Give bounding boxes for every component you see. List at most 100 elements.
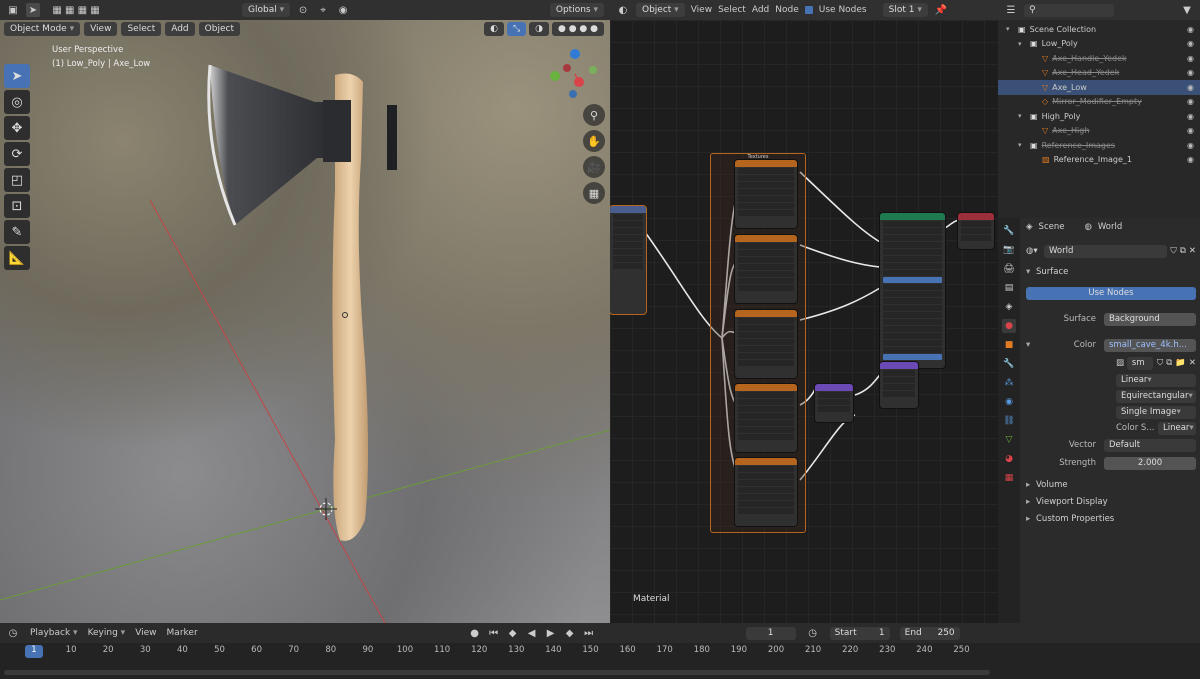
duplicate-icon[interactable]: ⧉ xyxy=(1180,246,1186,256)
shader-node-editor[interactable]: Textures Material xyxy=(610,20,998,623)
image-texture-node-3[interactable] xyxy=(735,310,797,378)
image-open-icon[interactable]: 📁 xyxy=(1175,358,1186,368)
volume-panel-header[interactable]: ▸ Volume xyxy=(1026,478,1196,492)
vector-field[interactable]: Default xyxy=(1104,438,1196,452)
fake-user-icon[interactable]: ⛉ xyxy=(1170,246,1176,256)
outliner-item[interactable]: ◇ Mirror_Modifier_Empty ◉ xyxy=(998,95,1200,110)
expand-icon[interactable]: ▾ xyxy=(1018,112,1026,120)
expand-icon[interactable]: ▾ xyxy=(1006,25,1014,33)
timeline[interactable]: ◷ Playback Keying View Marker ● ⏮ ◆ ◀ ▶ … xyxy=(0,623,1200,679)
image-texture-node-2[interactable] xyxy=(735,235,797,303)
physics-tab-icon[interactable]: ◉ xyxy=(1002,395,1016,409)
material-slot-dropdown[interactable]: Slot 1 xyxy=(882,3,928,17)
viewport-display-panel-header[interactable]: ▸ Viewport Display xyxy=(1026,495,1196,509)
custom-properties-panel-header[interactable]: ▸ Custom Properties xyxy=(1026,512,1196,526)
filter-icon[interactable]: ▼ xyxy=(1180,3,1194,17)
strength-row: Strength 2.000 xyxy=(1026,456,1196,470)
material-tab-icon[interactable]: ◕ xyxy=(1002,452,1016,466)
use-nodes-button[interactable]: Use Nodes xyxy=(1026,286,1196,300)
expand-icon[interactable]: ▾ xyxy=(1018,141,1026,149)
node-add-menu[interactable]: Add xyxy=(752,5,769,15)
world-tab-icon[interactable]: ● xyxy=(1002,319,1016,333)
visibility-eye-icon[interactable]: ◉ xyxy=(1187,39,1194,48)
use-nodes-checkbox[interactable] xyxy=(804,6,813,14)
editor-type-icon[interactable]: ☰ xyxy=(1004,3,1018,17)
selection-mode-icons[interactable]: ▦ ▦ ▦ ▦ xyxy=(46,3,106,17)
world-name-field[interactable]: World xyxy=(1044,244,1168,258)
node-view-menu[interactable]: View xyxy=(691,5,712,15)
image-icon[interactable]: ▨ xyxy=(1116,358,1127,368)
image-texture-node-1[interactable] xyxy=(735,160,797,228)
node-object-dropdown[interactable]: Object xyxy=(636,3,685,17)
outliner-item[interactable]: ▾ ▣ High_Poly ◉ xyxy=(998,109,1200,124)
expand-icon[interactable]: ▾ xyxy=(1018,40,1026,48)
visibility-eye-icon[interactable]: ◉ xyxy=(1187,141,1194,150)
source-dropdown[interactable]: Single Image xyxy=(1116,405,1196,419)
pin-icon[interactable]: 📌 xyxy=(934,3,948,17)
data-tab-icon[interactable]: ▽ xyxy=(1002,433,1016,447)
outliner-item[interactable]: ▨ Reference_Image_1 ◉ xyxy=(998,153,1200,168)
strength-field[interactable]: 2.000 xyxy=(1104,456,1196,470)
snap-icon[interactable]: ⌖ xyxy=(316,3,330,17)
visibility-eye-icon[interactable]: ◉ xyxy=(1187,97,1194,106)
constraints-tab-icon[interactable]: ⛓ xyxy=(1002,414,1016,428)
timeline-scrollbar[interactable] xyxy=(4,670,990,675)
unlink-icon[interactable]: ✕ xyxy=(1189,246,1196,256)
image-fake-user-icon[interactable]: ⛉ xyxy=(1157,358,1163,368)
principled-bsdf-node[interactable] xyxy=(880,213,945,368)
visibility-eye-icon[interactable]: ◉ xyxy=(1187,155,1194,164)
outliner-item[interactable]: ▽ Axe_Handle_Yedek ◉ xyxy=(998,51,1200,66)
pivot-icon[interactable]: ⊙ xyxy=(296,3,310,17)
visibility-eye-icon[interactable]: ◉ xyxy=(1187,54,1194,63)
proportional-edit-icon[interactable]: ◉ xyxy=(336,3,350,17)
frame-tick-label: 200 xyxy=(767,645,785,655)
node-node-menu[interactable]: Node xyxy=(775,5,799,15)
image-duplicate-icon[interactable]: ⧉ xyxy=(1166,358,1172,368)
normal-map-node[interactable] xyxy=(815,384,853,422)
surface-panel-header[interactable]: ▾ Surface xyxy=(1026,265,1196,279)
render-tab-icon[interactable]: 📷 xyxy=(1002,243,1016,257)
texture-tab-icon[interactable]: ▦ xyxy=(1002,471,1016,485)
displacement-node[interactable] xyxy=(880,362,918,408)
visibility-eye-icon[interactable]: ◉ xyxy=(1187,112,1194,121)
color-texture-field[interactable]: small_cave_4k.h... xyxy=(1104,338,1196,352)
surface-shader-field[interactable]: Background xyxy=(1104,312,1196,326)
outliner-item[interactable]: ▾ ▣ Reference_Images ◉ xyxy=(998,138,1200,153)
scene-tab-icon[interactable]: ◈ xyxy=(1002,300,1016,314)
image-texture-node-5[interactable] xyxy=(735,458,797,526)
color-space-dropdown[interactable]: Linear xyxy=(1158,421,1196,435)
outliner-item[interactable]: ▽ Axe_High ◉ xyxy=(998,124,1200,139)
material-output-node[interactable] xyxy=(958,213,994,249)
node-select-menu[interactable]: Select xyxy=(718,5,746,15)
image-texture-node-4[interactable] xyxy=(735,384,797,452)
image-name-field[interactable]: sm xyxy=(1126,356,1153,370)
outliner-item[interactable]: ▽ Axe_Head_Yedek ◉ xyxy=(998,66,1200,81)
visibility-eye-icon[interactable]: ◉ xyxy=(1187,126,1194,135)
select-tool-icon[interactable]: ➤ xyxy=(26,3,40,17)
group-input-node[interactable] xyxy=(610,206,646,314)
visibility-eye-icon[interactable]: ◉ xyxy=(1187,25,1194,34)
transform-orientation-dropdown[interactable]: Global xyxy=(242,3,291,17)
object-tab-icon[interactable]: ■ xyxy=(1002,338,1016,352)
editor-type-icon[interactable]: ▣ xyxy=(6,3,20,17)
outliner-item[interactable]: ▾ ▣ Low_Poly ◉ xyxy=(998,37,1200,52)
output-tab-icon[interactable]: 🖨 xyxy=(1002,262,1016,276)
editor-type-icon[interactable]: ◐ xyxy=(616,3,630,17)
modifier-tab-icon[interactable]: 🔧 xyxy=(1002,357,1016,371)
options-dropdown[interactable]: Options xyxy=(549,3,604,17)
frame-tick-label: 70 xyxy=(288,645,300,655)
particles-tab-icon[interactable]: ⁂ xyxy=(1002,376,1016,390)
breadcrumb-world: World xyxy=(1097,222,1123,232)
visibility-eye-icon[interactable]: ◉ xyxy=(1187,83,1194,92)
outliner-item[interactable]: ▽ Axe_Low ◉ xyxy=(998,80,1200,95)
world-datablock-icon[interactable]: ◍▾ xyxy=(1026,246,1044,256)
3d-viewport[interactable]: Object Mode View Select Add Object ◐ ⤡ ◑… xyxy=(0,20,610,623)
tool-tab-icon[interactable]: 🔧 xyxy=(1002,224,1016,238)
outliner-search-input[interactable]: ⚲ xyxy=(1024,3,1114,17)
interpolation-dropdown[interactable]: Linear xyxy=(1116,373,1196,387)
visibility-eye-icon[interactable]: ◉ xyxy=(1187,68,1194,77)
projection-dropdown[interactable]: Equirectangular xyxy=(1116,389,1196,403)
outliner-item[interactable]: ▾ ▣ Scene Collection ◉ xyxy=(998,22,1200,37)
view-layer-tab-icon[interactable]: ▤ xyxy=(1002,281,1016,295)
image-unlink-icon[interactable]: ✕ xyxy=(1189,358,1196,368)
